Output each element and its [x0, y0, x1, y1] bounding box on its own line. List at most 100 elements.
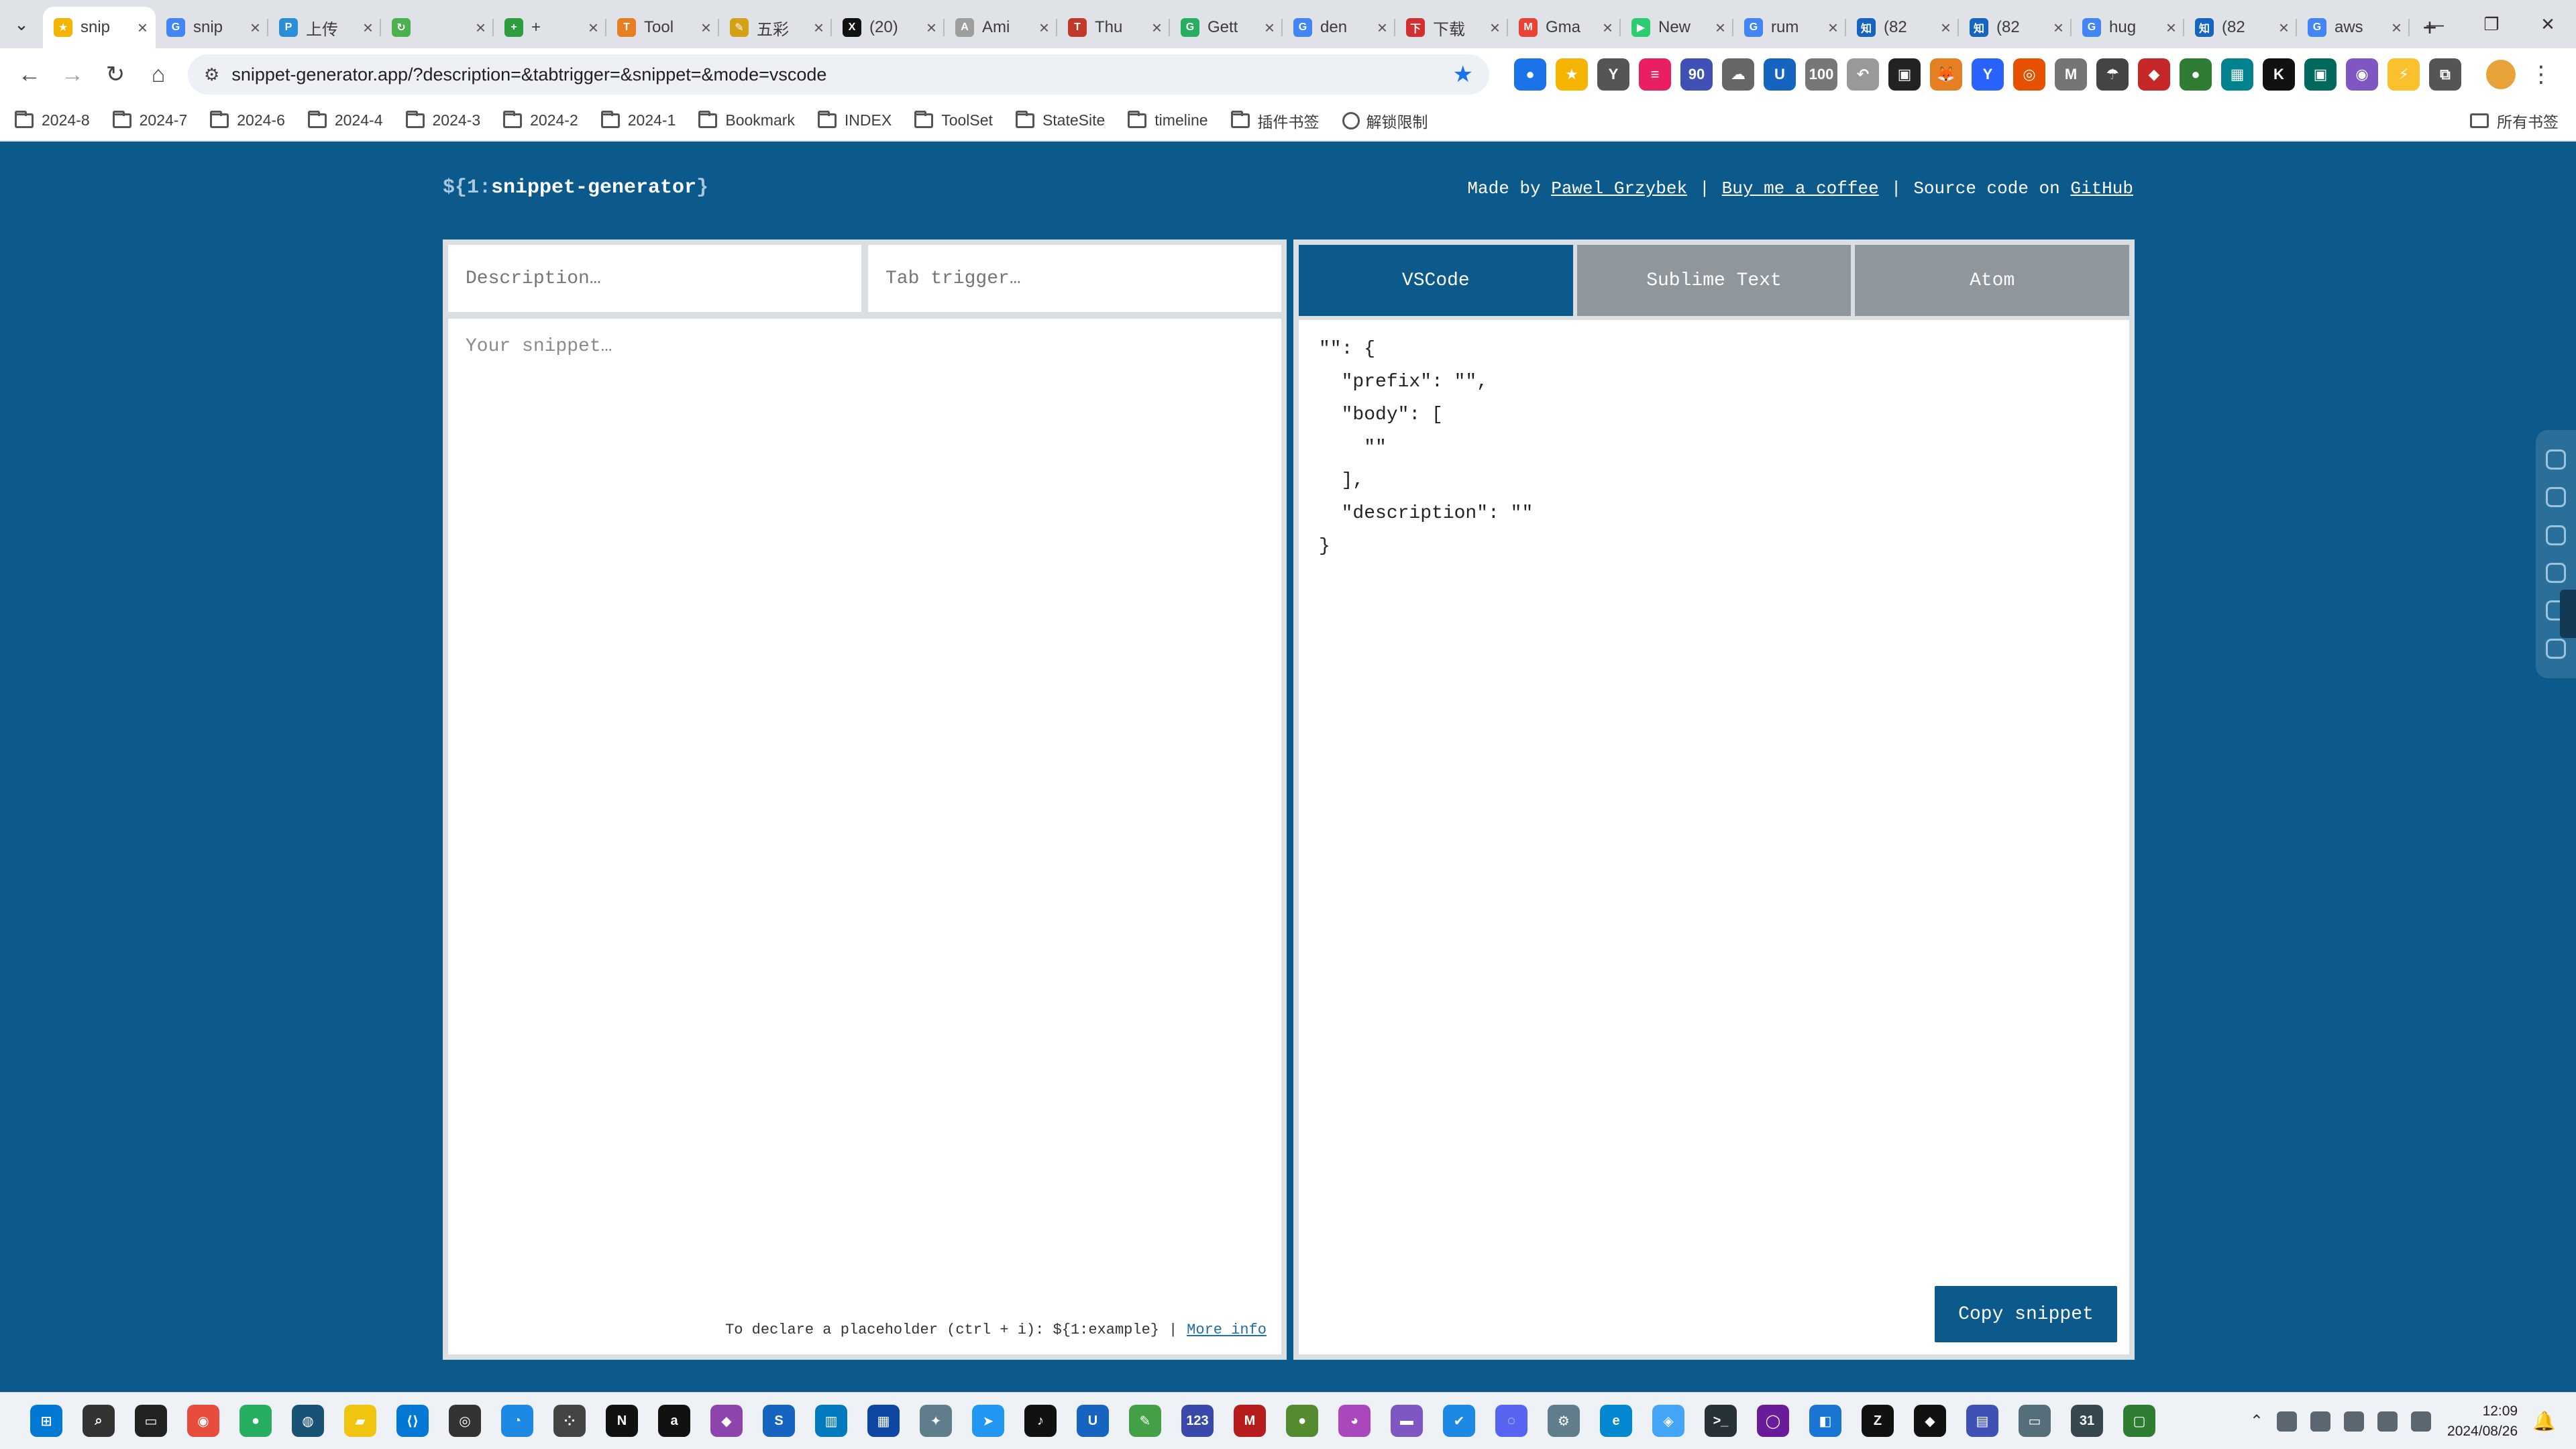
tag-icon[interactable] — [2546, 525, 2566, 545]
bookmark-folder[interactable]: 2024-3 — [405, 110, 480, 129]
tab-close-icon[interactable]: × — [588, 17, 598, 38]
extension-icon[interactable]: K — [2263, 58, 2295, 91]
tab-close-icon[interactable]: × — [1377, 17, 1387, 38]
taskbar-app-icon[interactable]: ▭ — [2019, 1405, 2051, 1437]
taskbar-app-icon[interactable]: ◯ — [1757, 1405, 1789, 1437]
taskbar-app-icon[interactable]: ◔ — [501, 1405, 533, 1437]
site-info-icon[interactable]: ⚙ — [204, 64, 219, 85]
mode-tab-atom[interactable]: Atom — [1855, 245, 2130, 316]
taskbar-app-icon[interactable]: e — [1600, 1405, 1632, 1437]
browser-tab[interactable]: ★ snip × — [43, 7, 156, 48]
taskbar-app-icon[interactable]: ◌ — [1495, 1405, 1527, 1437]
taskbar-app-icon[interactable]: ▤ — [1966, 1405, 1998, 1437]
buy-coffee-link[interactable]: Buy me a coffee — [1722, 178, 1879, 199]
tab-close-icon[interactable]: × — [1941, 17, 1951, 38]
taskbar-app-icon[interactable]: ◎ — [449, 1405, 481, 1437]
tab-close-icon[interactable]: × — [138, 17, 148, 38]
taskbar-app-icon[interactable]: ✎ — [1129, 1405, 1161, 1437]
taskbar-app-icon[interactable]: ◕ — [1338, 1405, 1371, 1437]
tab-search-chevron-icon[interactable]: ⌄ — [0, 0, 43, 48]
url-text[interactable]: snippet-generator.app/?description=&tabt… — [231, 64, 1452, 85]
tab-close-icon[interactable]: × — [1603, 17, 1613, 38]
extension-icon[interactable]: Y — [1597, 58, 1629, 91]
extension-icon[interactable]: 100 — [1805, 58, 1837, 91]
taskbar-app-icon[interactable]: ▬ — [1391, 1405, 1423, 1437]
network-icon[interactable] — [2344, 1411, 2365, 1432]
back-button[interactable]: ← — [8, 53, 51, 96]
bookmark-folder[interactable]: INDEX — [817, 110, 892, 129]
extension-icon[interactable]: U — [1764, 58, 1796, 91]
tab-close-icon[interactable]: × — [701, 17, 711, 38]
taskbar-app-icon[interactable]: ✔ — [1443, 1405, 1475, 1437]
star-icon[interactable] — [2546, 487, 2566, 508]
extension-icon[interactable]: ⚡ — [2387, 58, 2420, 91]
browser-tab[interactable]: ↻ × — [381, 7, 494, 48]
author-link[interactable]: Pawel Grzybek — [1551, 178, 1687, 199]
tray-app-icon[interactable] — [2310, 1411, 2331, 1432]
tab-close-icon[interactable]: × — [363, 17, 373, 38]
bookmark-folder[interactable]: 2024-2 — [503, 110, 578, 129]
tab-close-icon[interactable]: × — [2053, 17, 2063, 38]
extension-icon[interactable]: ▦ — [2221, 58, 2253, 91]
tab-close-icon[interactable]: × — [1039, 17, 1049, 38]
taskbar-app-icon[interactable]: ▢ — [2123, 1405, 2155, 1437]
taskbar-app-icon[interactable]: ♪ — [1024, 1405, 1057, 1437]
tab-close-icon[interactable]: × — [2279, 17, 2289, 38]
extension-icon[interactable]: ↶ — [1847, 58, 1879, 91]
extension-icon[interactable]: ▣ — [1888, 58, 1921, 91]
bookmark-folder[interactable]: StateSite — [1015, 110, 1105, 129]
tab-close-icon[interactable]: × — [1828, 17, 1838, 38]
browser-tab[interactable]: G Gett × — [1170, 7, 1283, 48]
tab-close-icon[interactable]: × — [1490, 17, 1500, 38]
taskbar-app-icon[interactable]: ▰ — [344, 1405, 376, 1437]
taskbar-app-icon[interactable]: ◆ — [710, 1405, 743, 1437]
extension-icon[interactable]: ◎ — [2013, 58, 2045, 91]
mode-tab-sublime-text[interactable]: Sublime Text — [1576, 245, 1851, 316]
extension-icon[interactable]: ☂ — [2096, 58, 2129, 91]
battery-icon[interactable] — [2411, 1411, 2432, 1432]
bookmark-folder[interactable]: 2024-8 — [15, 110, 90, 129]
address-bar[interactable]: ⚙ snippet-generator.app/?description=&ta… — [188, 54, 1489, 95]
tab-close-icon[interactable]: × — [926, 17, 936, 38]
browser-tab[interactable]: + + × — [494, 7, 606, 48]
generated-code[interactable]: "": { "prefix": "", "body": [ "" ], "des… — [1299, 320, 2129, 1354]
taskbar-app-icon[interactable]: ⌕ — [83, 1405, 115, 1437]
copy-snippet-button[interactable]: Copy snippet — [1935, 1286, 2117, 1342]
taskbar-app-icon[interactable]: ⚙ — [1548, 1405, 1580, 1437]
github-link[interactable]: GitHub — [2070, 178, 2133, 199]
tab-close-icon[interactable]: × — [250, 17, 260, 38]
mode-tab-vscode[interactable]: VSCode — [1299, 245, 1573, 316]
tab-close-icon[interactable]: × — [1265, 17, 1275, 38]
bookmark-folder[interactable]: 插件书签 — [1230, 109, 1320, 132]
extension-icon[interactable]: ☁ — [1722, 58, 1754, 91]
bookmark-folder[interactable]: 2024-1 — [600, 110, 676, 129]
bookmark-star-icon[interactable]: ★ — [1453, 61, 1473, 88]
taskbar-app-icon[interactable]: S — [763, 1405, 795, 1437]
bookmark-unlock[interactable]: 解锁限制 — [1342, 109, 1428, 132]
taskbar-app-icon[interactable]: ▥ — [815, 1405, 847, 1437]
extension-icon[interactable]: ● — [1514, 58, 1546, 91]
taskbar-app-icon[interactable]: N — [606, 1405, 638, 1437]
taskbar-app-icon[interactable]: U — [1077, 1405, 1109, 1437]
bookmark-folder[interactable]: ToolSet — [914, 110, 993, 129]
extension-icon[interactable]: ▣ — [2304, 58, 2337, 91]
taskbar-app-icon[interactable]: 31 — [2071, 1405, 2103, 1437]
browser-tab[interactable]: T Tool × — [606, 7, 719, 48]
close-window-button[interactable]: ✕ — [2520, 0, 2576, 48]
taskbar-app-icon[interactable]: M — [1234, 1405, 1266, 1437]
tab-close-icon[interactable]: × — [1715, 17, 1725, 38]
home-button[interactable]: ⌂ — [137, 53, 180, 96]
extension-icon[interactable]: ≡ — [1639, 58, 1671, 91]
forward-button[interactable]: → — [51, 53, 94, 96]
browser-tab[interactable]: Gsnip × — [156, 7, 268, 48]
browser-menu-icon[interactable]: ⋮ — [2522, 56, 2560, 93]
browser-tab[interactable]: Grum × — [1733, 7, 1846, 48]
tab-close-icon[interactable]: × — [1152, 17, 1162, 38]
taskbar-app-icon[interactable]: ◍ — [292, 1405, 324, 1437]
taskbar-app-icon[interactable]: ✦ — [920, 1405, 952, 1437]
extension-icon[interactable]: ⧉ — [2429, 58, 2461, 91]
taskbar-app-icon[interactable]: ● — [239, 1405, 272, 1437]
side-panel-handle[interactable] — [2560, 590, 2576, 638]
volume-icon[interactable] — [2377, 1411, 2398, 1432]
tab-close-icon[interactable]: × — [2166, 17, 2176, 38]
